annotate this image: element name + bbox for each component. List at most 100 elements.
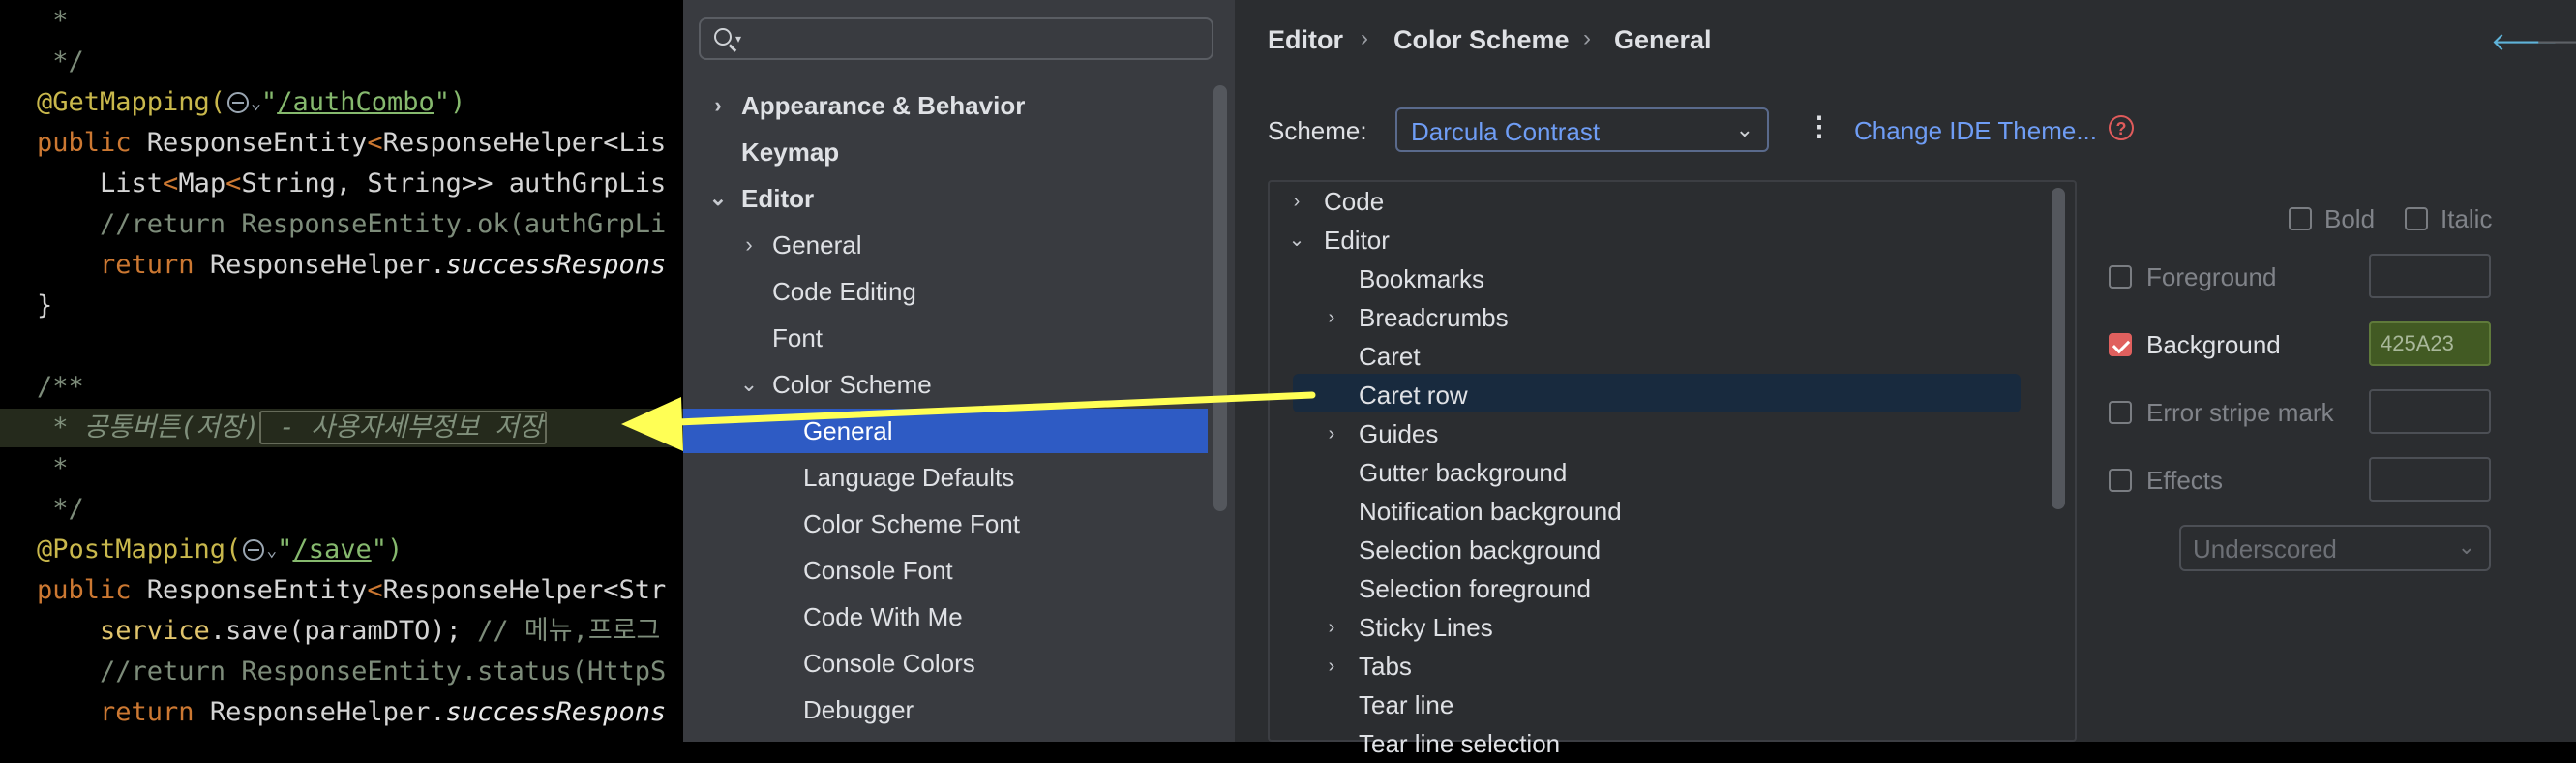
code-token: successRespons (445, 697, 667, 727)
chevron-down-icon[interactable]: ⌄ (708, 176, 728, 221)
breadcrumb-separator: › (1361, 25, 1368, 51)
tree-item-tear-line-selection[interactable]: Tear line selection (1268, 724, 1732, 763)
code-line[interactable]: service.save(paramDTO); // 메뉴,프로그 (0, 612, 683, 651)
settings-dialog: ▾ › Appearance & Behavior Keymap ⌄ Editor › Ge… (683, 0, 2576, 758)
effects-color-swatch[interactable] (2369, 457, 2491, 502)
settings-nav-item-appearance-behavior[interactable]: › Appearance & Behavior (683, 83, 1208, 128)
code-line[interactable]: /** (0, 368, 683, 407)
settings-nav-item-color-scheme-font[interactable]: Color Scheme Font (683, 502, 1208, 546)
italic-checkbox[interactable] (2405, 207, 2428, 230)
code-token: .save(paramDTO); (209, 616, 478, 646)
code-line[interactable]: return ResponseHelper.successRespons (0, 693, 683, 732)
settings-nav-item-color-scheme[interactable]: ⌄ Color Scheme (683, 362, 1208, 407)
tree-item-caret-row[interactable]: Caret row (1268, 376, 1732, 414)
breadcrumb-separator: › (1583, 25, 1591, 51)
tree-item-bookmarks[interactable]: Bookmarks (1268, 259, 1732, 298)
code-line[interactable]: @PostMapping(⌄"/save") (0, 531, 683, 569)
code-line[interactable]: } (0, 287, 683, 325)
tree-item-gutter-background[interactable]: Gutter background (1268, 453, 1732, 492)
chevron-down-icon: ⌄ (1735, 117, 1753, 141)
settings-nav-item-editor[interactable]: ⌄ Editor (683, 176, 1208, 221)
tree-item-caret[interactable]: Caret (1268, 337, 1732, 376)
tree-item-label: Tabs (1359, 652, 1412, 681)
code-token: ") (434, 87, 466, 117)
settings-nav-item-console-colors[interactable]: Console Colors (683, 641, 1208, 686)
code-line[interactable]: */ (0, 43, 683, 81)
tree-item-label: Caret row (1359, 381, 1468, 410)
tree-item-sticky-lines[interactable]: › Sticky Lines (1268, 608, 1732, 647)
chevron-down-icon[interactable]: ⌄ (266, 540, 277, 561)
settings-nav-item-debugger[interactable]: Debugger (683, 687, 1208, 732)
chevron-down-icon[interactable]: ⌄ (1287, 221, 1306, 259)
tree-item-guides[interactable]: › Guides (1268, 414, 1732, 453)
tree-item-label: Guides (1359, 419, 1439, 448)
code-token: //return ResponseEntity.status(HttpS (37, 656, 667, 687)
effect-type-dropdown[interactable]: Underscored ⌄ (2179, 525, 2491, 571)
settings-nav-item-general[interactable]: General (683, 409, 1208, 453)
tree-item-code[interactable]: › Code (1268, 182, 1732, 221)
code-token: /save (292, 534, 372, 565)
web-endpoint-icon[interactable] (227, 92, 250, 113)
code-line[interactable] (0, 327, 683, 366)
settings-nav-item-console-font[interactable]: Console Font (683, 548, 1208, 593)
chevron-down-icon[interactable]: ⌄ (251, 93, 261, 113)
tree-scrollbar[interactable] (2052, 188, 2065, 509)
foreground-checkbox[interactable] (2109, 265, 2132, 289)
chevron-right-icon[interactable]: › (1322, 608, 1341, 647)
background-color-swatch[interactable]: 425A23 (2369, 321, 2491, 366)
help-icon[interactable]: ? (2109, 115, 2134, 140)
forward-arrow-icon[interactable]: 🡒 (2535, 27, 2576, 57)
tree-item-editor[interactable]: ⌄ Editor (1268, 221, 1732, 259)
chevron-right-icon[interactable]: › (1322, 298, 1341, 337)
foreground-color-swatch[interactable] (2369, 254, 2491, 298)
code-line[interactable]: //return ResponseEntity.status(HttpS (0, 653, 683, 691)
settings-nav-item-code-with-me[interactable]: Code With Me (683, 595, 1208, 639)
web-endpoint-icon[interactable] (243, 539, 265, 561)
error-stripe-checkbox[interactable] (2109, 401, 2132, 424)
error-stripe-color-swatch[interactable] (2369, 389, 2491, 434)
code-token: /authCombo (277, 87, 434, 117)
code-line[interactable]: public ResponseEntity<ResponseHelper<Lis (0, 124, 683, 163)
tree-item-breadcrumbs[interactable]: › Breadcrumbs (1268, 298, 1732, 337)
chevron-right-icon[interactable]: › (739, 223, 759, 267)
code-token: ResponseHelper (382, 575, 604, 605)
bold-checkbox[interactable] (2289, 207, 2312, 230)
change-ide-theme-link[interactable]: Change IDE Theme... (1854, 116, 2097, 146)
code-line[interactable]: public ResponseEntity<ResponseHelper<Str (0, 571, 683, 610)
settings-nav-item-font[interactable]: Font (683, 316, 1208, 360)
more-options-icon[interactable]: ⋮ (1806, 110, 1833, 142)
code-line[interactable]: List<Map<String, String>> authGrpLis (0, 165, 683, 203)
code-line[interactable]: * (0, 449, 683, 488)
tree-item-tabs[interactable]: › Tabs (1268, 647, 1732, 686)
settings-search-input[interactable]: ▾ (699, 17, 1213, 60)
settings-nav-item-code-editing[interactable]: Code Editing (683, 269, 1208, 314)
settings-nav-item-language-defaults[interactable]: Language Defaults (683, 455, 1208, 500)
settings-nav-label: Debugger (803, 695, 914, 724)
tree-item-notification-background[interactable]: Notification background (1268, 492, 1732, 531)
settings-nav-item-general[interactable]: › General (683, 223, 1208, 267)
code-line[interactable]: return ResponseHelper.successRespons (0, 246, 683, 285)
chevron-right-icon[interactable]: › (708, 83, 728, 128)
nav-scrollbar[interactable] (1213, 85, 1227, 511)
tree-item-tear-line[interactable]: Tear line (1268, 686, 1732, 724)
background-checkbox[interactable] (2109, 333, 2132, 356)
chevron-right-icon[interactable]: › (1322, 414, 1341, 453)
chevron-down-icon[interactable]: ⌄ (739, 362, 759, 407)
code-token: " (260, 87, 278, 117)
chevron-right-icon[interactable]: › (1287, 182, 1306, 221)
code-line[interactable]: * 공통버튼(저장) - 사용자세부정보 저장 (0, 409, 683, 447)
settings-nav-item-keymap[interactable]: Keymap (683, 130, 1208, 174)
scheme-dropdown[interactable]: Darcula Contrast ⌄ (1395, 107, 1769, 152)
code-line[interactable]: * (0, 2, 683, 41)
tree-item-selection-foreground[interactable]: Selection foreground (1268, 569, 1732, 608)
scheme-label: Scheme: (1268, 116, 1367, 145)
tree-item-selection-background[interactable]: Selection background (1268, 531, 1732, 569)
tree-item-label: Sticky Lines (1359, 613, 1493, 642)
code-line[interactable]: */ (0, 490, 683, 529)
effects-checkbox[interactable] (2109, 469, 2132, 492)
code-line[interactable]: //return ResponseEntity.ok(authGrpLi (0, 205, 683, 244)
code-line[interactable]: @GetMapping(⌄"/authCombo") (0, 83, 683, 122)
code-editor[interactable]: * */@GetMapping(⌄"/authCombo") public Res… (0, 0, 683, 742)
settings-nav-label: Console Font (803, 556, 953, 585)
chevron-right-icon[interactable]: › (1322, 647, 1341, 686)
